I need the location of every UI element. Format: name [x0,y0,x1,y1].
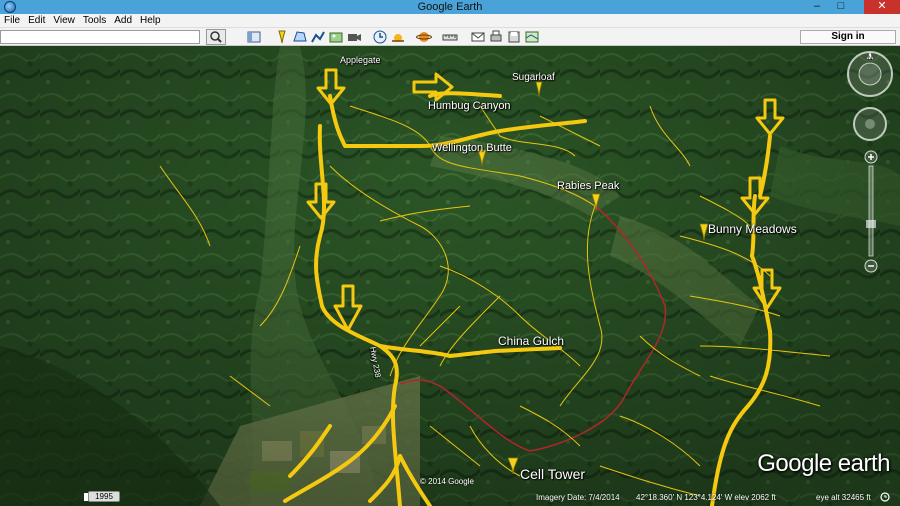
streaming-indicator-icon [880,492,890,502]
place-label-wellington-butte[interactable]: Wellington Butte [432,142,512,154]
search-input[interactable] [0,30,200,44]
zoom-slider[interactable] [864,150,878,274]
history-clock-icon [84,493,88,501]
place-label-rabies-peak[interactable]: Rabies Peak [557,180,619,192]
copyright-text: © 2014 Google [420,477,474,486]
menu-add[interactable]: Add [110,14,136,28]
menu-edit[interactable]: Edit [24,14,49,28]
window-title: Google Earth [417,1,483,13]
image-overlay-icon[interactable] [328,29,344,45]
planets-icon[interactable] [416,29,432,45]
sunlight-icon[interactable] [390,29,406,45]
historical-imagery-icon[interactable] [372,29,388,45]
title-bar: Google Earth – □ ✕ [0,0,900,14]
place-label-china-gulch[interactable]: China Gulch [498,334,564,348]
minimize-button[interactable]: – [806,0,828,14]
tour-icon[interactable] [346,29,362,45]
search-button[interactable] [206,29,226,45]
maps-icon[interactable] [524,29,540,45]
polygon-icon[interactable] [292,29,308,45]
eye-altitude: eye alt 32465 ft [816,493,871,502]
google-earth-window: Google Earth – □ ✕ File Edit View Tools Add H… [0,0,900,506]
place-label-applegate[interactable]: Applegate [340,55,381,65]
menu-file[interactable]: File [0,14,24,28]
toolbar: Sign in [0,28,900,46]
sidebar-toggle-icon[interactable] [246,29,262,45]
sign-in-button[interactable]: Sign in [800,30,896,44]
move-joystick-icon [853,107,887,141]
print-icon[interactable] [488,29,504,45]
historical-year-badge[interactable]: 1995 [88,491,120,502]
search-icon [210,31,222,43]
close-button[interactable]: ✕ [864,0,900,14]
google-earth-logo: Google earth [757,450,890,477]
menu-help[interactable]: Help [136,14,165,28]
cursor-coordinates: 42°18.360' N 123°4.124' W elev 2062 ft [636,493,776,502]
ruler-icon[interactable] [442,29,458,45]
compass-icon: N [847,51,893,97]
look-control[interactable]: N [846,50,894,98]
map-view[interactable]: Applegate Sugarloaf Humbug Canyon Wellin… [0,46,900,506]
maximize-button[interactable]: □ [830,0,852,14]
place-label-bunny-meadows[interactable]: Bunny Meadows [708,222,797,236]
move-control[interactable] [852,106,888,142]
menu-bar: File Edit View Tools Add Help [0,14,900,28]
zoom-slider-icon [864,150,878,273]
place-label-cell-tower[interactable]: Cell Tower [520,466,585,482]
imagery-date: Imagery Date: 7/4/2014 [536,493,620,502]
place-label-sugarloaf[interactable]: Sugarloaf [512,72,555,83]
placemark-icon[interactable] [274,29,290,45]
terrain-imagery [0,46,900,506]
path-icon[interactable] [310,29,326,45]
menu-tools[interactable]: Tools [79,14,110,28]
menu-view[interactable]: View [49,14,79,28]
place-label-humbug-canyon[interactable]: Humbug Canyon [428,100,511,112]
svg-text:N: N [868,56,872,62]
email-icon[interactable] [470,29,486,45]
save-image-icon[interactable] [506,29,522,45]
